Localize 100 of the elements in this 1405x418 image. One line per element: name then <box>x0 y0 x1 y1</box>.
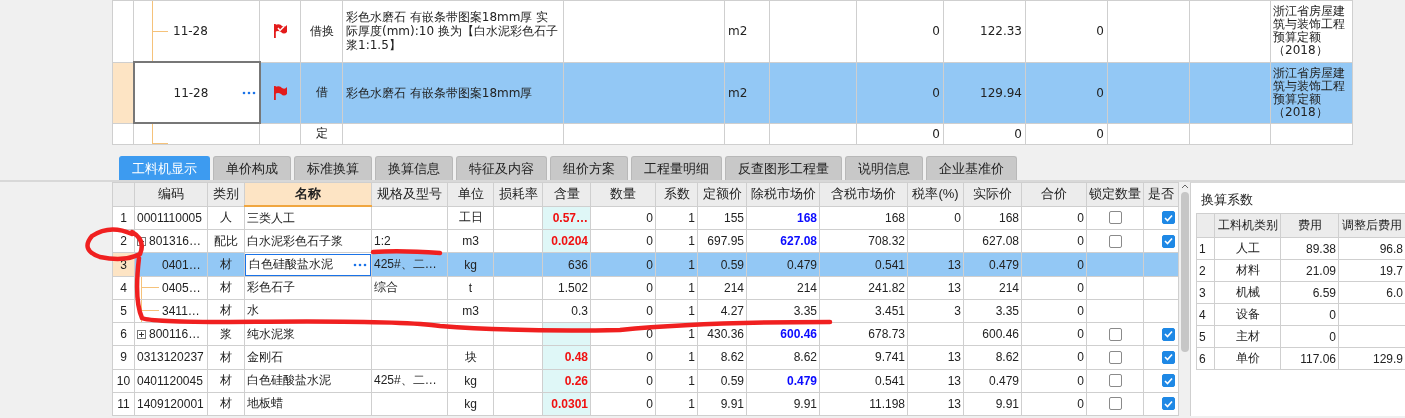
column-header[interactable]: 定额价 <box>697 182 747 206</box>
quota-price: 697.95 <box>707 234 744 249</box>
tax-rate: 0 <box>954 210 961 225</box>
tab[interactable]: 反查图形工程量 <box>725 156 842 180</box>
column-header[interactable]: 实际价 <box>963 182 1022 206</box>
checkbox[interactable] <box>1108 211 1122 225</box>
checkbox[interactable] <box>1108 234 1122 248</box>
pretax-price: 3.35 <box>793 304 817 318</box>
actual-price: 9.91 <box>995 396 1019 411</box>
pretax-price: 0.479 <box>786 257 817 272</box>
row-number: 2 <box>120 234 127 249</box>
column-header[interactable]: 类别 <box>207 182 245 206</box>
content-value: 0.26 <box>564 373 588 388</box>
tab[interactable]: 单价构成 <box>213 156 291 180</box>
tab[interactable]: 组价方案 <box>550 156 628 180</box>
checked-checkbox[interactable] <box>1161 397 1175 411</box>
column-header[interactable]: 规格及型号 <box>371 182 448 206</box>
checkbox[interactable] <box>1108 350 1122 364</box>
value-text: 0 <box>932 24 940 39</box>
unit-text: kg <box>464 257 477 272</box>
column-header: 费用 <box>1280 213 1339 238</box>
material-name: 白水泥彩色石子浆 <box>247 233 343 248</box>
column-header[interactable]: 名称 <box>244 182 372 206</box>
resource-row[interactable]: 9 0313120237 材 金刚石 块 0.48 0 1 8.62 8.62 9.741 13 8.62 0 <box>112 345 1179 370</box>
resource-row[interactable]: 4 0405… 材 彩色石子 综合 t 1.502 0 1 214 214 241.82 13 214 0 <box>112 276 1179 300</box>
material-name: 彩色石子 <box>247 280 295 295</box>
checked-checkbox[interactable] <box>1161 234 1175 248</box>
total-price: 0 <box>1077 280 1084 295</box>
adjusted-cost: 96.8 <box>1379 241 1403 256</box>
tab[interactable]: 说明信息 <box>845 156 923 180</box>
row-number: 2 <box>1199 263 1206 278</box>
checked-checkbox[interactable] <box>1161 327 1175 341</box>
tax-rate: 13 <box>947 373 961 388</box>
tab[interactable]: 换算信息 <box>375 156 453 180</box>
scrollbar[interactable] <box>1179 182 1190 416</box>
pretax-price: 600.46 <box>780 327 817 342</box>
category-text: 材 <box>220 373 232 388</box>
column-header[interactable]: 锁定数量 <box>1086 182 1144 206</box>
checked-checkbox[interactable] <box>1161 374 1175 388</box>
row-number: 11 <box>117 396 130 411</box>
category-text: 设备 <box>1235 307 1260 321</box>
name-editor[interactable]: 白色硅酸盐水泥 <box>245 253 371 276</box>
actual-price: 0.479 <box>988 373 1019 388</box>
quota-price: 0.59 <box>720 257 744 272</box>
tab[interactable]: 特征及内容 <box>456 156 547 180</box>
checkbox[interactable] <box>1108 397 1122 411</box>
tab[interactable]: 企业基准价 <box>926 156 1017 180</box>
item-name: 彩色水磨石 有嵌条带图案18mm厚 实际厚度(mm):10 换为【白水泥彩色石子浆1:1.5】 <box>346 10 558 53</box>
spec-text: 1:2 <box>374 234 391 249</box>
code-text: 801316… <box>149 234 202 249</box>
category-text: 机械 <box>1235 285 1260 299</box>
tax-rate: 13 <box>947 396 961 411</box>
category-text: 材 <box>220 303 232 318</box>
checkbox[interactable] <box>1108 374 1122 388</box>
value-text: 0 <box>932 85 940 100</box>
resource-row[interactable]: 1 0001110005 人 三类人工 工日 0.57… 0 1 155 168 168 0 168 0 <box>112 206 1179 230</box>
column-header[interactable]: 损耗率 <box>493 182 543 206</box>
checkbox[interactable] <box>1108 327 1122 341</box>
row-number: 1 <box>1199 241 1206 256</box>
column-header[interactable]: 数量 <box>590 182 656 206</box>
unit-text: kg <box>464 396 477 411</box>
expand-icon[interactable] <box>137 329 146 339</box>
adjusted-cost: 6.0 <box>1386 285 1403 300</box>
taxed-price: 678.73 <box>868 327 905 342</box>
value-text: 0 <box>1096 126 1104 141</box>
quota-row[interactable]: 11-28 借 彩色水磨石 有嵌条带图案18mm厚 m2 0 129.94 0 浙江省房屋建筑与装饰工程预算定额（2018） <box>112 62 1353 123</box>
actual-price: 3.35 <box>995 304 1019 318</box>
category-text: 材 <box>220 396 232 411</box>
checked-checkbox[interactable] <box>1161 350 1175 364</box>
content-value: 1.502 <box>557 280 588 295</box>
resource-row[interactable]: 3 0401… 材 白色硅酸盐水泥 425#、二… kg 636 0 1 0.59 0.479 0.541 13 0.479 0 <box>112 252 1179 277</box>
tab[interactable]: 工程量明细 <box>631 156 722 180</box>
resource-row[interactable]: 5 3411… 材 水 m3 0.3 0 1 4.27 3.35 3.451 3 3.35 0 <box>112 299 1179 323</box>
unit-text: 工日 <box>458 210 483 225</box>
column-header[interactable]: 含税市场价 <box>819 182 908 206</box>
quota-row[interactable]: 定 0 0 0 <box>112 123 1353 145</box>
total-price: 0 <box>1077 234 1084 249</box>
column-header[interactable]: 单位 <box>447 182 494 206</box>
quota-row[interactable]: 11-28 借换 彩色水磨石 有嵌条带图案18mm厚 实际厚度(mm):10 换为【白水泥彩色石子浆1:1.5】 m2 0 122.33 0 浙江省房屋建筑与装饰工程预算定额（2018） <box>112 0 1353 62</box>
column-header[interactable]: 合价 <box>1021 182 1087 206</box>
scroll-thumb[interactable] <box>1181 192 1189 352</box>
category-text: 配比 <box>214 233 238 248</box>
column-header[interactable]: 是否 <box>1143 182 1179 206</box>
tab[interactable]: 标准换算 <box>294 156 372 180</box>
quota-price: 430.36 <box>707 327 744 342</box>
pretax-price: 168 <box>796 210 817 225</box>
category-text: 人 <box>220 210 232 225</box>
column-header[interactable]: 除税市场价 <box>746 182 820 206</box>
resource-row[interactable]: 6 800116… 浆 纯水泥浆 0 1 430.36 600.46 678.73 600.46 0 <box>112 322 1179 346</box>
category-text: 材 <box>220 280 232 295</box>
column-header[interactable]: 系数 <box>655 182 698 206</box>
checked-checkbox[interactable] <box>1161 211 1175 225</box>
column-header[interactable]: 含量 <box>542 182 591 206</box>
resource-row[interactable]: 10 0401120045 材 白色硅酸盐水泥 425#、二… kg 0.26 0 1 0.59 0.479 0.541 13 0.479 0 <box>112 369 1179 393</box>
code-text: 1409120001 <box>137 396 204 411</box>
column-header[interactable]: 编码 <box>134 182 208 206</box>
column-header[interactable]: 税率(%) <box>907 182 964 206</box>
quantity-value: 0 <box>646 373 653 388</box>
value-text: 0 <box>1096 24 1104 39</box>
resource-row[interactable]: 11 1409120001 材 地板蜡 kg 0.0301 0 1 9.91 9.91 11.198 13 9.91 0 <box>112 392 1179 416</box>
